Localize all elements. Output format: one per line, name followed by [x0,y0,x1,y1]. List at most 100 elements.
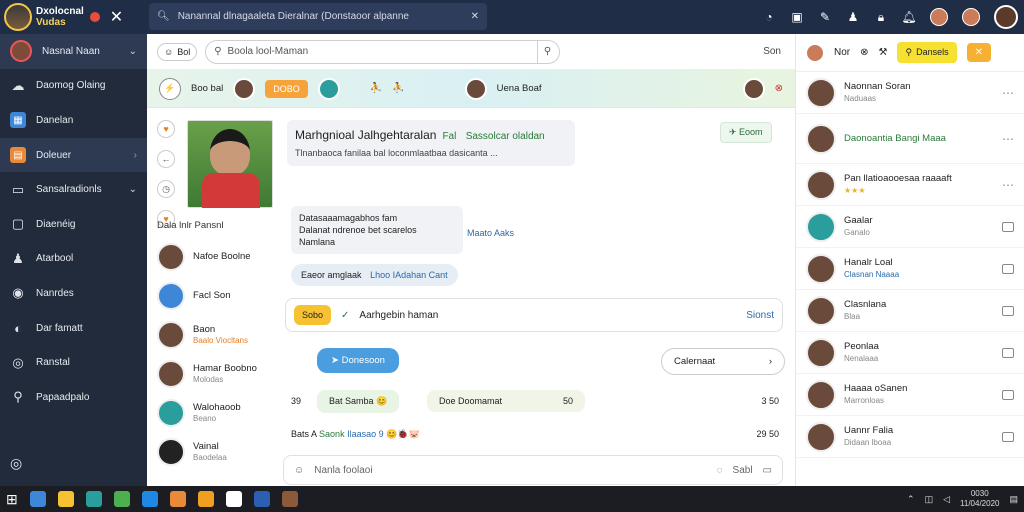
tools-icon[interactable]: ✎ [818,10,832,24]
main-search-input[interactable]: ⚲ Boola lool-Maman ⚲ [205,39,561,64]
message-side-link[interactable]: Maato Aaks [467,228,514,238]
clock-icon[interactable]: ◔ [762,10,776,24]
figure-icon[interactable]: ⛹ [370,83,382,94]
volume-icon[interactable]: ◁ [943,494,950,505]
contact-item[interactable]: Naonnan Soran Naduaas ⋯ [796,72,1024,114]
bell-icon[interactable]: 🔔︎ [901,10,916,24]
sidebar-item-3[interactable]: ▤ Doleuer › [0,137,147,173]
sidebar-item-5[interactable]: ▢ Diaenéig [0,207,147,242]
user-avatar-small[interactable] [930,8,948,26]
contact-item[interactable]: Hanalr Loal Clasnan Naaaa [796,248,1024,290]
more-icon[interactable]: ⋯ [1002,132,1014,146]
search-submit-icon[interactable]: ⚲ [544,46,551,57]
story-avatar[interactable] [742,77,765,100]
contact-item[interactable]: Haaaa oSanen Marronloas [796,374,1024,416]
sidebar-item-6[interactable]: ♟ Atarbool [0,242,147,277]
reaction-row-green[interactable]: Saonk [319,429,345,439]
filter-chip[interactable]: ☺ Bol [157,42,198,61]
figure-icon[interactable]: ⛹ [392,83,404,94]
chrome-alt-icon[interactable] [197,491,214,507]
avatar[interactable] [806,43,824,62]
contact-item[interactable]: Daonoantia Bangi Maaa ⋯ [796,114,1024,164]
friend-item[interactable]: Baon Baalo Viocltans [157,315,277,354]
close-icon[interactable]: ✕ [110,7,123,27]
reply-action[interactable]: Sionst [746,310,774,321]
heart-icon[interactable]: ♥ [157,120,175,138]
store-icon[interactable] [85,491,102,507]
banner-pill[interactable]: DOBO [265,79,308,98]
back-icon[interactable]: ← [157,150,175,168]
bolt-icon[interactable]: ⚡ [159,77,181,100]
folder-icon[interactable] [57,491,74,507]
message-icon[interactable] [1002,389,1014,400]
message-icon[interactable] [1002,305,1014,316]
contact-item[interactable]: Gaalar Ganalo [796,206,1024,248]
more-icon[interactable]: ⋯ [1002,178,1014,192]
sidebar-item-1[interactable]: ☁ Daomog Olaing [0,69,147,104]
message-icon[interactable] [1002,431,1014,442]
more-icon[interactable]: ⋯ [1002,86,1014,100]
friend-item[interactable]: Hamar Boobno Molodas [157,354,277,393]
app2-icon[interactable] [225,491,242,507]
message-icon[interactable] [1002,221,1014,232]
post-title-tag[interactable]: Sassolcar olaldan [466,131,545,142]
chrome-icon[interactable] [113,491,130,507]
story-avatar[interactable] [464,77,487,100]
reaction-pill[interactable]: Bat Samba 😊 [317,390,400,413]
app-icon[interactable] [169,491,186,507]
tag-button[interactable]: ✈ Eoom [720,122,772,143]
attach-icon[interactable]: ◌ [717,465,723,476]
windows-start-icon[interactable]: ⊞ [6,491,18,507]
global-search-bar[interactable]: 🔍︎ Nanannal dlnagaaleta Dieralnar (Donst… [149,3,487,30]
action-button[interactable]: ⚲ Dansels [897,42,957,63]
message-icon[interactable] [1002,263,1014,274]
clock[interactable]: 0030 11/04/2020 [960,489,999,509]
message-link[interactable]: Lhoo IAdahan Cant [370,270,448,280]
banner-label[interactable]: Boo bal [191,83,223,94]
clear-icon[interactable]: ✕ [471,11,479,22]
word-icon[interactable] [253,491,270,507]
up-arrow-icon[interactable]: ⌃ [907,494,915,505]
sidebar-item-profile[interactable]: Nasnal Naan ⌄ [0,34,147,69]
emoji-icons[interactable]: 😊🐞🐷 [386,429,420,439]
user-avatar-small-2[interactable] [962,8,980,26]
sidebar-item-7[interactable]: ◉ Nanrdes [0,276,147,311]
friend-item[interactable]: Nafoe Boolne [157,237,277,276]
tools-icon[interactable]: ⚒ [879,47,888,58]
secondary-button[interactable]: Calernaat › [661,348,785,375]
puzzle-icon[interactable]: ♟ [846,10,860,24]
image-icon[interactable]: ▭ [763,465,772,476]
contact-item[interactable]: Clasnlana Blaa [796,290,1024,332]
profile-avatar[interactable] [994,5,1018,29]
compose-right-label[interactable]: Sabl [733,465,753,476]
settings-icon[interactable]: ◎ [10,455,22,472]
sidebar-item-9[interactable]: ◎ Ranstal [0,345,147,380]
reaction-pill[interactable]: Doe Doomamat 50 [427,390,585,412]
active-app-icon[interactable] [281,491,298,507]
ie-icon[interactable] [141,491,158,507]
story-avatar[interactable] [317,77,340,100]
reply-box[interactable]: Sobo ✓ Aarhgebin haman Sionst [285,298,783,332]
sidebar-item-2[interactable]: ▦ Danelan [0,103,147,138]
network-icon[interactable]: ◫ [925,494,934,505]
contact-item[interactable]: Pan llatioaooesaa raaaaft ★★★ ⋯ [796,164,1024,206]
sidebar-item-8[interactable]: ◐ Dar famatt [0,311,147,346]
info-icon[interactable]: ◷ [157,180,175,198]
contact-item[interactable]: Peonlaa Nenalaaa [796,332,1024,374]
primary-button[interactable]: ➤ Donesoon [317,348,399,373]
sidebar-item-10[interactable]: ⚲ Papaadpalo [0,380,147,415]
lock-icon[interactable]: 🔒︎ [874,10,888,24]
friend-item[interactable]: Facl Son [157,276,277,315]
friend-item[interactable]: Walohaoob Beano [157,393,277,432]
compose-box[interactable]: ☺ Nanla foolaoi ◌ Sabl ▭ [283,455,783,485]
reply-label[interactable]: Sobo [294,305,332,325]
edge-icon[interactable] [29,491,46,507]
sidebar-item-4[interactable]: ▭ Sansalradionls ⌄ [0,172,147,207]
notifications-icon[interactable]: ▤ [1009,494,1018,505]
app-logo[interactable]: Dxolocnal Vudas ✕ [0,3,147,31]
post-photo[interactable] [187,120,273,208]
friend-item[interactable]: Vainal Baodelaa [157,432,277,471]
reaction-row-blue[interactable]: Ilaasao 9 [347,429,384,439]
banner-label[interactable]: Uena Boaf [497,83,542,94]
square-icon[interactable]: ▣ [790,10,804,24]
